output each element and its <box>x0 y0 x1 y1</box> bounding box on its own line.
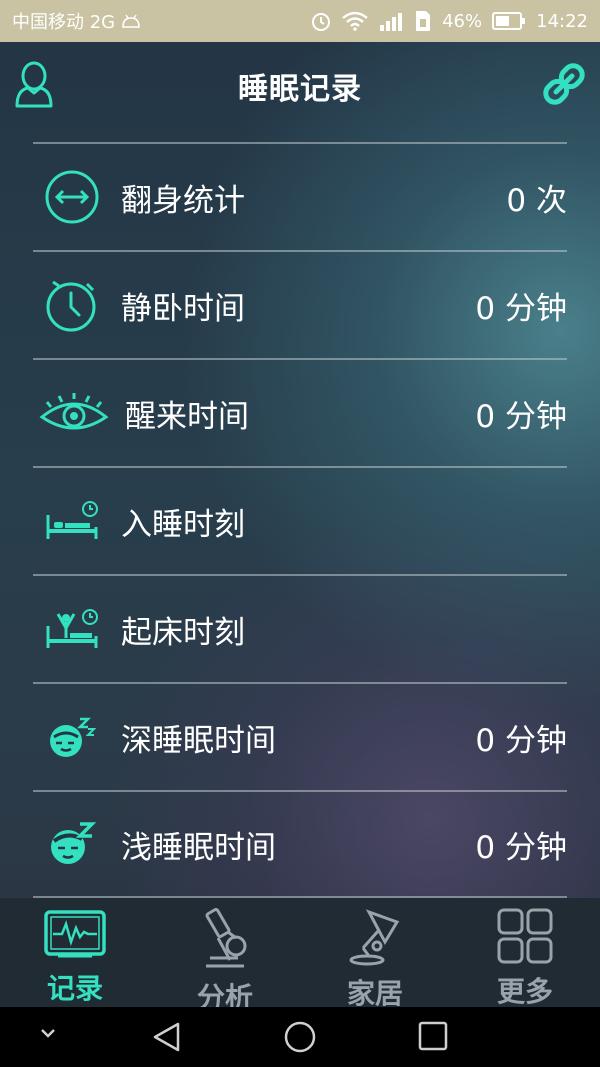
system-nav-bar <box>0 1007 600 1067</box>
stopwatch-icon <box>37 270 107 340</box>
android-icon <box>121 14 141 28</box>
row-label: 翻身统计 <box>121 182 245 219</box>
alarm-icon <box>310 10 332 32</box>
deep-sleep-face-icon <box>37 702 107 772</box>
list-item-sleep-moment[interactable]: 入睡时刻 <box>33 466 567 574</box>
chevron-down-icon[interactable] <box>36 1025 60 1041</box>
home-icon[interactable] <box>283 1020 317 1054</box>
bottom-tab-bar: 记录 分析 家居 更多 <box>0 898 600 1007</box>
battery-percent: 46% <box>442 10 483 32</box>
turn-over-icon <box>37 162 107 232</box>
list-item-rest-time[interactable]: 静卧时间 0 分钟 <box>33 250 567 358</box>
sleep-stats-list: 翻身统计 0 次 静卧时间 0 分钟 醒来时间 0 分钟 入睡时刻 起床时刻 深… <box>33 142 567 898</box>
recents-icon[interactable] <box>417 1020 449 1052</box>
tab-more[interactable]: 更多 <box>450 898 600 1007</box>
carrier-label: 中国移动 2G <box>12 12 116 33</box>
monitor-icon <box>43 908 107 961</box>
row-value: 0 分钟 <box>475 398 567 435</box>
row-label: 浅睡眠时间 <box>121 829 276 866</box>
eye-icon <box>37 378 111 448</box>
row-value: 0 次 <box>506 182 567 219</box>
status-bar: 中国移动 2G 46% 14:22 <box>0 0 600 42</box>
tab-analysis[interactable]: 分析 <box>150 898 300 1007</box>
battery-icon <box>492 11 526 31</box>
link-icon[interactable] <box>540 60 588 108</box>
clock-time: 14:22 <box>536 10 588 32</box>
microscope-icon <box>193 908 257 970</box>
list-item-wake-moment[interactable]: 起床时刻 <box>33 574 567 682</box>
row-label: 深睡眠时间 <box>121 722 276 759</box>
tab-label: 更多 <box>496 975 553 1007</box>
sleep-record-screen: 中国移动 2G 46% 14:22 睡眠记录 翻身统计 0 次 静卧时间 0 分… <box>0 0 600 1067</box>
user-icon[interactable] <box>14 60 54 110</box>
list-item-deep-sleep[interactable]: 深睡眠时间 0 分钟 <box>33 682 567 790</box>
row-value: 0 分钟 <box>475 722 567 759</box>
tab-label: 分析 <box>196 981 253 1007</box>
row-value: 0 分钟 <box>475 290 567 327</box>
bed-clock-icon <box>37 486 107 556</box>
row-label: 静卧时间 <box>121 290 245 327</box>
app-header: 睡眠记录 <box>0 42 600 130</box>
tab-record[interactable]: 记录 <box>0 898 150 1007</box>
page-title: 睡眠记录 <box>238 72 362 107</box>
tab-label: 家居 <box>346 977 403 1007</box>
row-label: 醒来时间 <box>125 398 249 435</box>
list-item-light-sleep[interactable]: 浅睡眠时间 0 分钟 <box>33 790 567 898</box>
row-label: 起床时刻 <box>121 614 245 651</box>
light-sleep-face-icon <box>37 809 107 879</box>
list-item-awake-time[interactable]: 醒来时间 0 分钟 <box>33 358 567 466</box>
tab-label: 记录 <box>46 972 103 1005</box>
signal-icon <box>378 10 404 32</box>
back-icon[interactable] <box>150 1020 184 1054</box>
sim-icon <box>414 9 432 33</box>
wifi-icon <box>342 11 368 31</box>
list-item-turn-over[interactable]: 翻身统计 0 次 <box>33 142 567 250</box>
tab-home[interactable]: 家居 <box>300 898 450 1007</box>
wake-up-icon <box>37 594 107 664</box>
lamp-icon <box>343 908 407 966</box>
grid-icon <box>493 908 557 964</box>
row-value: 0 分钟 <box>475 829 567 866</box>
row-label: 入睡时刻 <box>121 506 245 543</box>
